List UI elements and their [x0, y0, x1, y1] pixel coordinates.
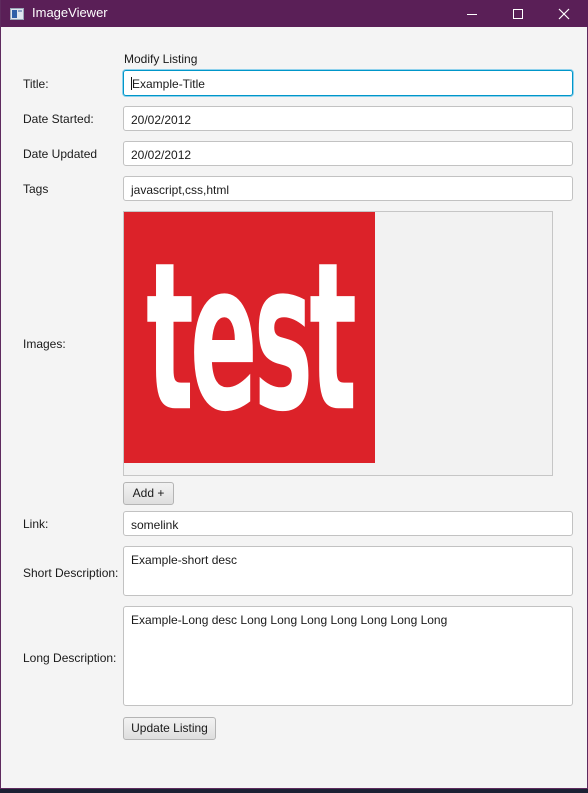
images-list[interactable]: test	[123, 211, 553, 476]
date-updated-value: 20/02/2012	[131, 148, 192, 162]
minimize-icon	[467, 14, 477, 15]
link-label: Link:	[23, 517, 49, 531]
link-value: somelink	[131, 518, 179, 532]
images-label: Images:	[23, 337, 66, 351]
tags-label: Tags	[23, 182, 49, 196]
date-updated-label: Date Updated	[23, 147, 98, 161]
title-bar[interactable]: ImageViewer	[1, 0, 588, 27]
title-label: Title:	[23, 77, 49, 91]
window-title: ImageViewer	[32, 5, 108, 20]
maximize-button[interactable]	[495, 0, 541, 27]
link-input[interactable]: somelink	[123, 511, 573, 536]
date-updated-input[interactable]: 20/02/2012	[123, 141, 573, 166]
tags-input[interactable]: javascript,css,html	[123, 176, 573, 201]
update-listing-button[interactable]: Update Listing	[123, 717, 216, 740]
add-image-button[interactable]: Add +	[123, 482, 174, 505]
form-heading: Modify Listing	[124, 52, 198, 66]
app-window: ImageViewer Modify Listing Title: Exampl…	[0, 0, 588, 789]
long-description-value: Example-Long desc Long Long Long Long Lo…	[131, 613, 448, 627]
close-button[interactable]	[541, 0, 587, 27]
close-icon	[558, 8, 570, 20]
date-started-label: Date Started:	[23, 112, 94, 126]
app-window-icon	[10, 7, 24, 20]
long-description-label: Long Description:	[23, 651, 117, 665]
short-description-value: Example-short desc	[131, 553, 238, 567]
title-value: Example-Title	[132, 77, 205, 91]
title-input[interactable]: Example-Title	[123, 70, 573, 96]
maximize-icon	[513, 9, 523, 19]
short-description-textarea[interactable]: Example-short desc	[123, 546, 573, 596]
image-thumbnail[interactable]: test	[124, 212, 375, 463]
date-started-value: 20/02/2012	[131, 113, 192, 127]
date-started-input[interactable]: 20/02/2012	[123, 106, 573, 131]
tags-value: javascript,css,html	[131, 183, 230, 197]
thumbnail-text: test	[146, 216, 357, 457]
long-description-textarea[interactable]: Example-Long desc Long Long Long Long Lo…	[123, 606, 573, 706]
minimize-button[interactable]	[449, 0, 495, 27]
short-description-label: Short Description:	[23, 566, 119, 580]
